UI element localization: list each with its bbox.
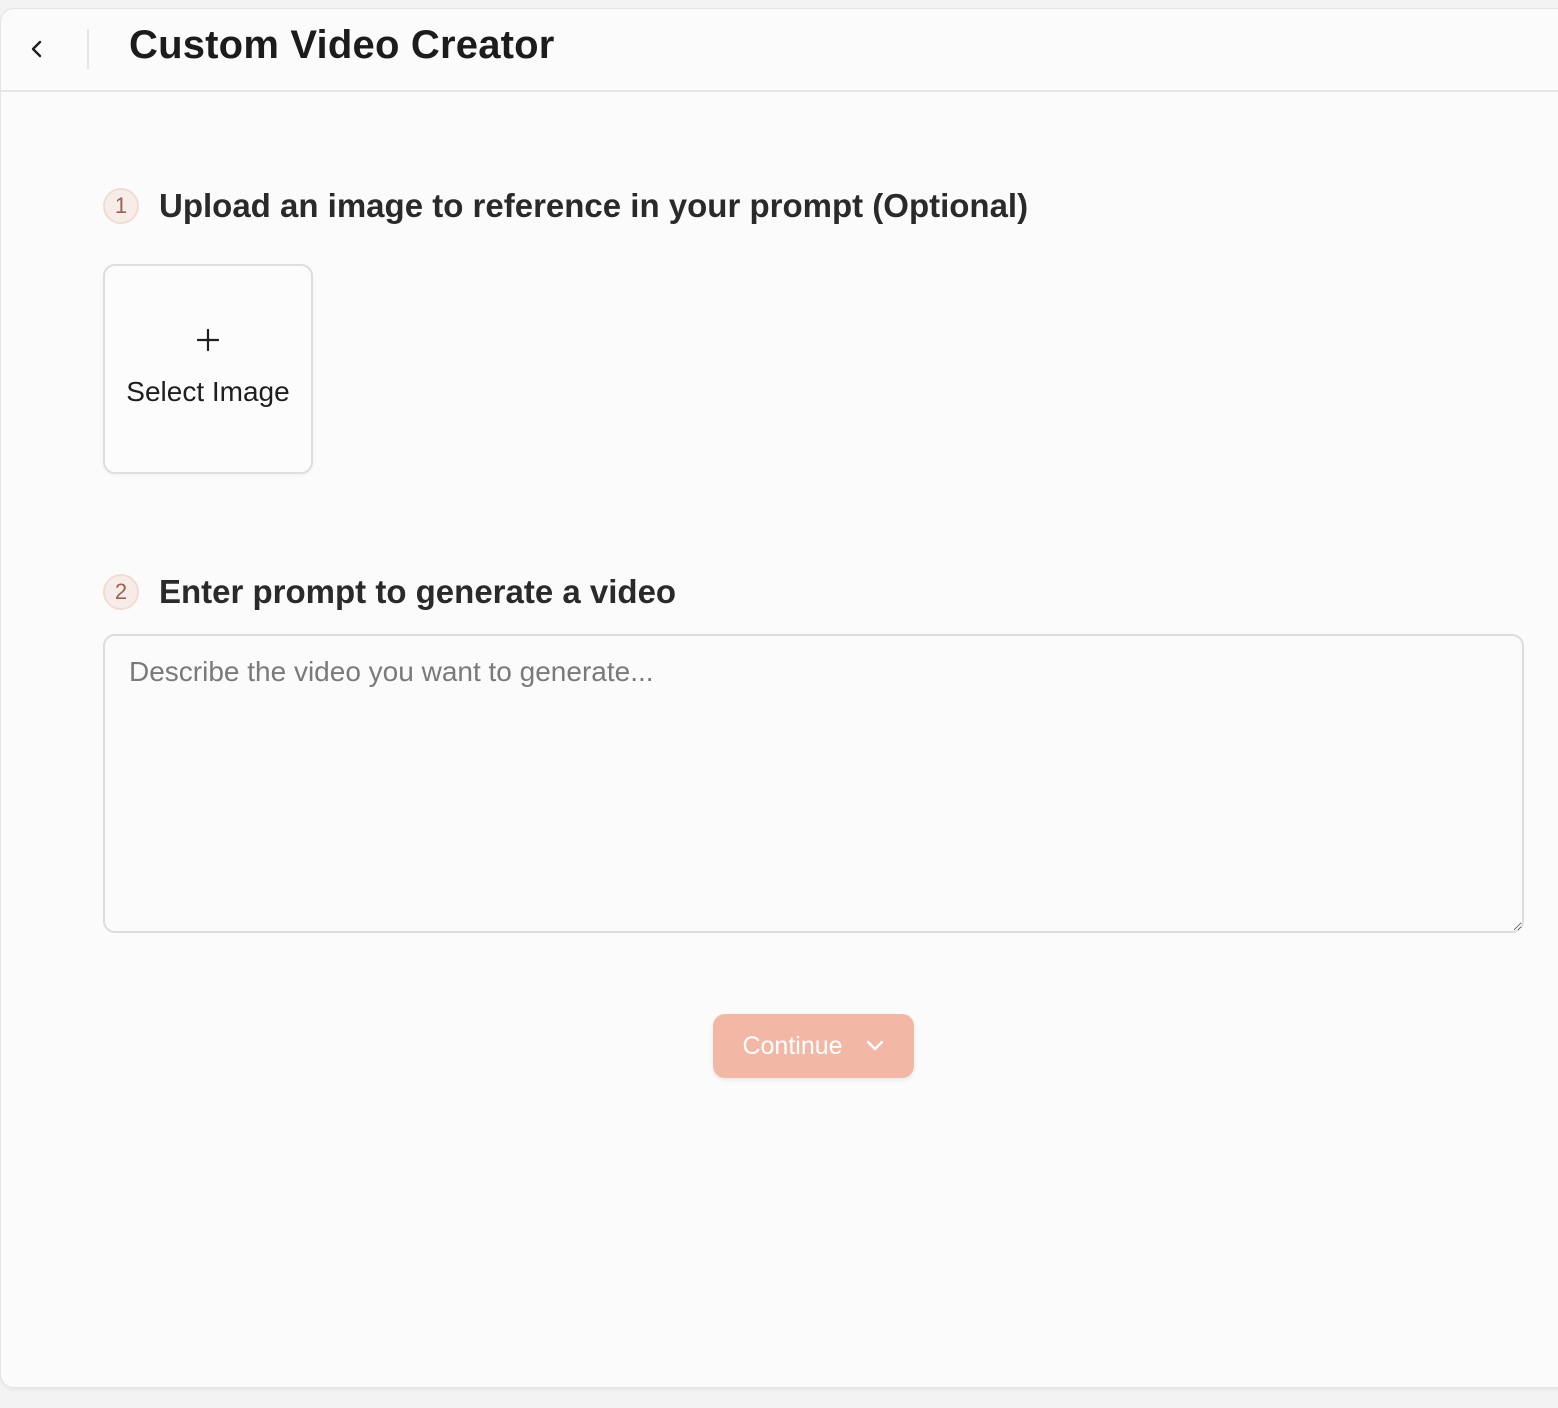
step-2-title: Enter prompt to generate a video	[159, 573, 677, 610]
header-divider	[87, 29, 89, 69]
step-1-badge: 1	[103, 188, 139, 224]
step-2-heading: 2 Enter prompt to generate a video	[103, 573, 676, 611]
page-title: Custom Video Creator	[129, 23, 555, 67]
chevron-down-icon	[865, 1040, 885, 1052]
step-1-title: Upload an image to reference in your pro…	[159, 187, 1029, 224]
continue-button[interactable]: Continue	[713, 1014, 914, 1078]
select-image-button[interactable]: Select Image	[103, 264, 313, 474]
header-bar: Custom Video Creator	[1, 9, 1558, 92]
continue-label: Continue	[742, 1031, 843, 1060]
select-image-label: Select Image	[126, 376, 290, 407]
back-button[interactable]	[17, 29, 57, 69]
step-1-heading: 1 Upload an image to reference in your p…	[103, 187, 1028, 225]
plus-icon	[196, 328, 220, 352]
app-window: Custom Video Creator 1 Upload an image t…	[0, 8, 1558, 1388]
prompt-textarea[interactable]	[103, 634, 1524, 933]
step-2-badge: 2	[103, 574, 139, 610]
chevron-left-icon	[31, 40, 42, 58]
